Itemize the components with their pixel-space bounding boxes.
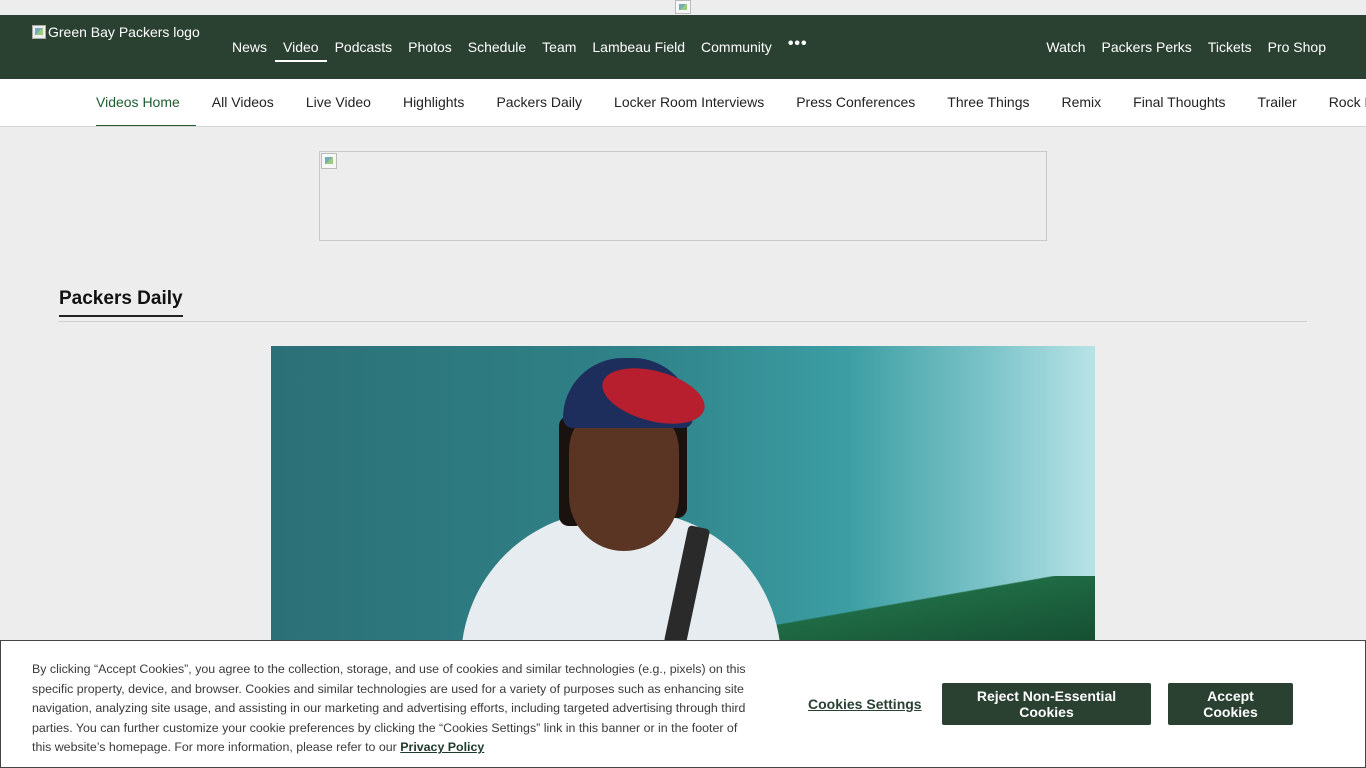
nav-schedule[interactable]: Schedule <box>460 31 534 63</box>
subnav-rock-report[interactable]: Rock Report <box>1313 79 1366 126</box>
cookie-consent-banner: By clicking “Accept Cookies”, you agree … <box>0 640 1366 768</box>
subnav-live-video[interactable]: Live Video <box>290 79 387 126</box>
subnav-all-videos[interactable]: All Videos <box>196 79 290 126</box>
subnav-three-things[interactable]: Three Things <box>931 79 1045 126</box>
logo-alt-text: Green Bay Packers logo <box>48 24 200 40</box>
field-background <box>755 576 1095 646</box>
accept-cookies-button[interactable]: Accept Cookies <box>1168 683 1293 725</box>
privacy-policy-link[interactable]: Privacy Policy <box>400 740 484 754</box>
section-divider <box>59 321 1307 322</box>
nav-video[interactable]: Video <box>275 31 327 63</box>
featured-video-thumbnail[interactable] <box>271 346 1095 646</box>
broken-image-icon <box>32 25 46 39</box>
top-strip <box>0 0 1366 15</box>
nav-team[interactable]: Team <box>534 31 584 63</box>
broken-image-icon <box>675 0 691 14</box>
subnav-trailer[interactable]: Trailer <box>1242 79 1313 126</box>
cookies-settings-button[interactable]: Cookies Settings <box>796 683 934 725</box>
nav-pro-shop[interactable]: Pro Shop <box>1260 31 1334 63</box>
nav-photos[interactable]: Photos <box>400 31 460 63</box>
cookie-consent-text: By clicking “Accept Cookies”, you agree … <box>32 660 752 758</box>
subnav-press-conferences[interactable]: Press Conferences <box>780 79 931 126</box>
nav-lambeau-field[interactable]: Lambeau Field <box>584 31 693 63</box>
reject-cookies-button[interactable]: Reject Non-Essential Cookies <box>942 683 1151 725</box>
video-subnav: Videos Home All Videos Live Video Highli… <box>0 79 1366 127</box>
nav-packers-perks[interactable]: Packers Perks <box>1094 31 1200 63</box>
broken-image-icon <box>321 153 337 169</box>
subnav-videos-home[interactable]: Videos Home <box>80 79 196 126</box>
more-menu-icon[interactable]: ••• <box>780 28 816 60</box>
team-logo[interactable]: Green Bay Packers logo <box>32 24 200 40</box>
nav-news[interactable]: News <box>224 31 275 63</box>
subnav-remix[interactable]: Remix <box>1046 79 1118 126</box>
subnav-locker-room-interviews[interactable]: Locker Room Interviews <box>598 79 780 126</box>
subnav-final-thoughts[interactable]: Final Thoughts <box>1117 79 1241 126</box>
nav-watch[interactable]: Watch <box>1038 31 1093 63</box>
subnav-packers-daily[interactable]: Packers Daily <box>480 79 598 126</box>
cookie-text-body: By clicking “Accept Cookies”, you agree … <box>32 662 746 755</box>
subnav-highlights[interactable]: Highlights <box>387 79 480 126</box>
nav-tickets[interactable]: Tickets <box>1200 31 1260 63</box>
secondary-nav: Watch Packers Perks Tickets Pro Shop <box>1038 15 1334 79</box>
section-title: Packers Daily <box>59 288 183 317</box>
main-navigation: Green Bay Packers logo News Video Podcas… <box>0 15 1366 79</box>
ad-placeholder[interactable] <box>319 151 1047 241</box>
primary-nav: News Video Podcasts Photos Schedule Team… <box>224 15 816 79</box>
nav-podcasts[interactable]: Podcasts <box>327 31 401 63</box>
nav-community[interactable]: Community <box>693 31 780 63</box>
